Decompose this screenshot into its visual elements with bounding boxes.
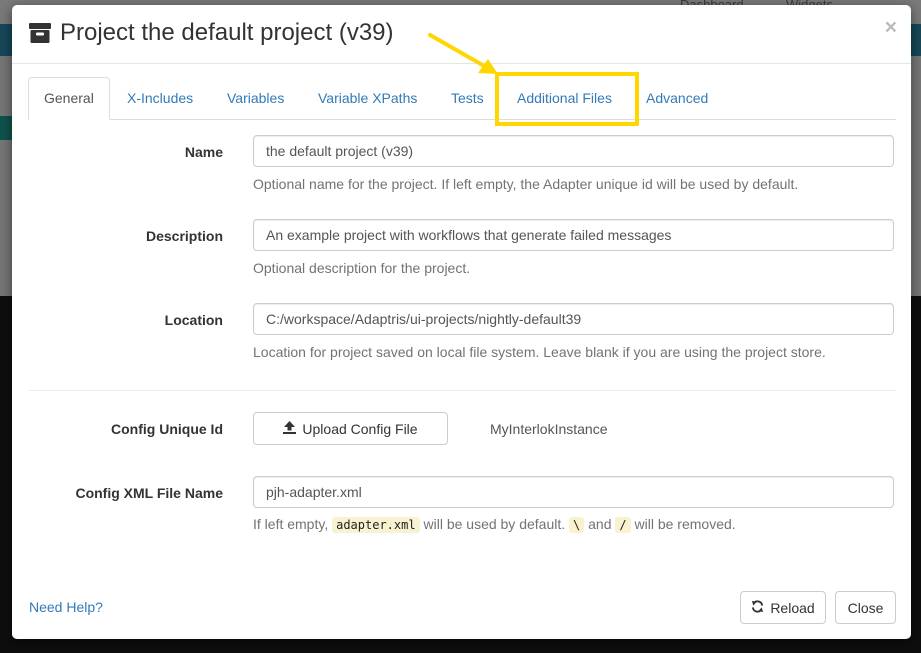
config-xml-help-text: If left empty, adapter.xml will be used … xyxy=(253,516,736,533)
upload-config-file-label: Upload Config File xyxy=(302,420,418,437)
tab-x-includes[interactable]: X-Includes xyxy=(112,77,208,118)
highlight-box xyxy=(495,72,639,126)
modal-title: Project the default project (v39) xyxy=(29,19,394,47)
upload-icon xyxy=(283,420,297,437)
project-settings-modal: Project the default project (v39) × Gene… xyxy=(12,5,911,639)
close-icon[interactable]: × xyxy=(885,17,897,38)
config-xml-help-mid: will be used by default. xyxy=(423,516,566,532)
tab-general[interactable]: General xyxy=(28,77,110,120)
modal-title-text: Project the default project (v39) xyxy=(60,19,394,46)
name-label: Name xyxy=(184,144,223,160)
slash-code: / xyxy=(615,517,631,533)
description-input[interactable]: An example project with workflows that g… xyxy=(253,219,894,251)
reload-button[interactable]: Reload xyxy=(740,591,826,624)
adapter-xml-code: adapter.xml xyxy=(332,517,420,533)
config-xml-file-name-input[interactable]: pjh-adapter.xml xyxy=(253,476,894,508)
config-xml-help-suffix: will be removed. xyxy=(634,516,736,532)
tab-bar: General X-Includes Variables Variable XP… xyxy=(28,77,896,120)
need-help-link[interactable]: Need Help? xyxy=(29,599,103,615)
reload-label: Reload xyxy=(770,599,815,616)
tab-tests[interactable]: Tests xyxy=(436,77,499,118)
upload-config-file-button[interactable]: Upload Config File xyxy=(253,412,448,445)
config-xml-file-name-label: Config XML File Name xyxy=(75,485,223,501)
description-label: Description xyxy=(145,228,223,244)
config-xml-help-and: and xyxy=(588,516,612,532)
location-label: Location xyxy=(164,312,223,328)
config-xml-help-prefix: If left empty, xyxy=(253,516,329,532)
name-input[interactable]: the default project (v39) xyxy=(253,135,894,167)
name-help-text: Optional name for the project. If left e… xyxy=(253,176,799,192)
location-help-text: Location for project saved on local file… xyxy=(253,344,826,360)
config-unique-id-label: Config Unique Id xyxy=(111,421,223,437)
description-help-text: Optional description for the project. xyxy=(253,260,471,276)
location-input[interactable]: C:/workspace/Adaptris/ui-projects/nightl… xyxy=(253,303,894,335)
backslash-code: \ xyxy=(569,517,585,533)
refresh-icon xyxy=(751,599,764,616)
close-button[interactable]: Close xyxy=(835,591,896,624)
tab-advanced[interactable]: Advanced xyxy=(631,77,723,118)
config-unique-id-value: MyInterlokInstance xyxy=(490,421,608,437)
annotation-arrow-icon xyxy=(428,33,498,74)
archive-icon xyxy=(29,22,51,44)
section-divider xyxy=(28,390,896,391)
tab-variables[interactable]: Variables xyxy=(212,77,299,118)
tab-variable-xpaths[interactable]: Variable XPaths xyxy=(303,77,432,118)
